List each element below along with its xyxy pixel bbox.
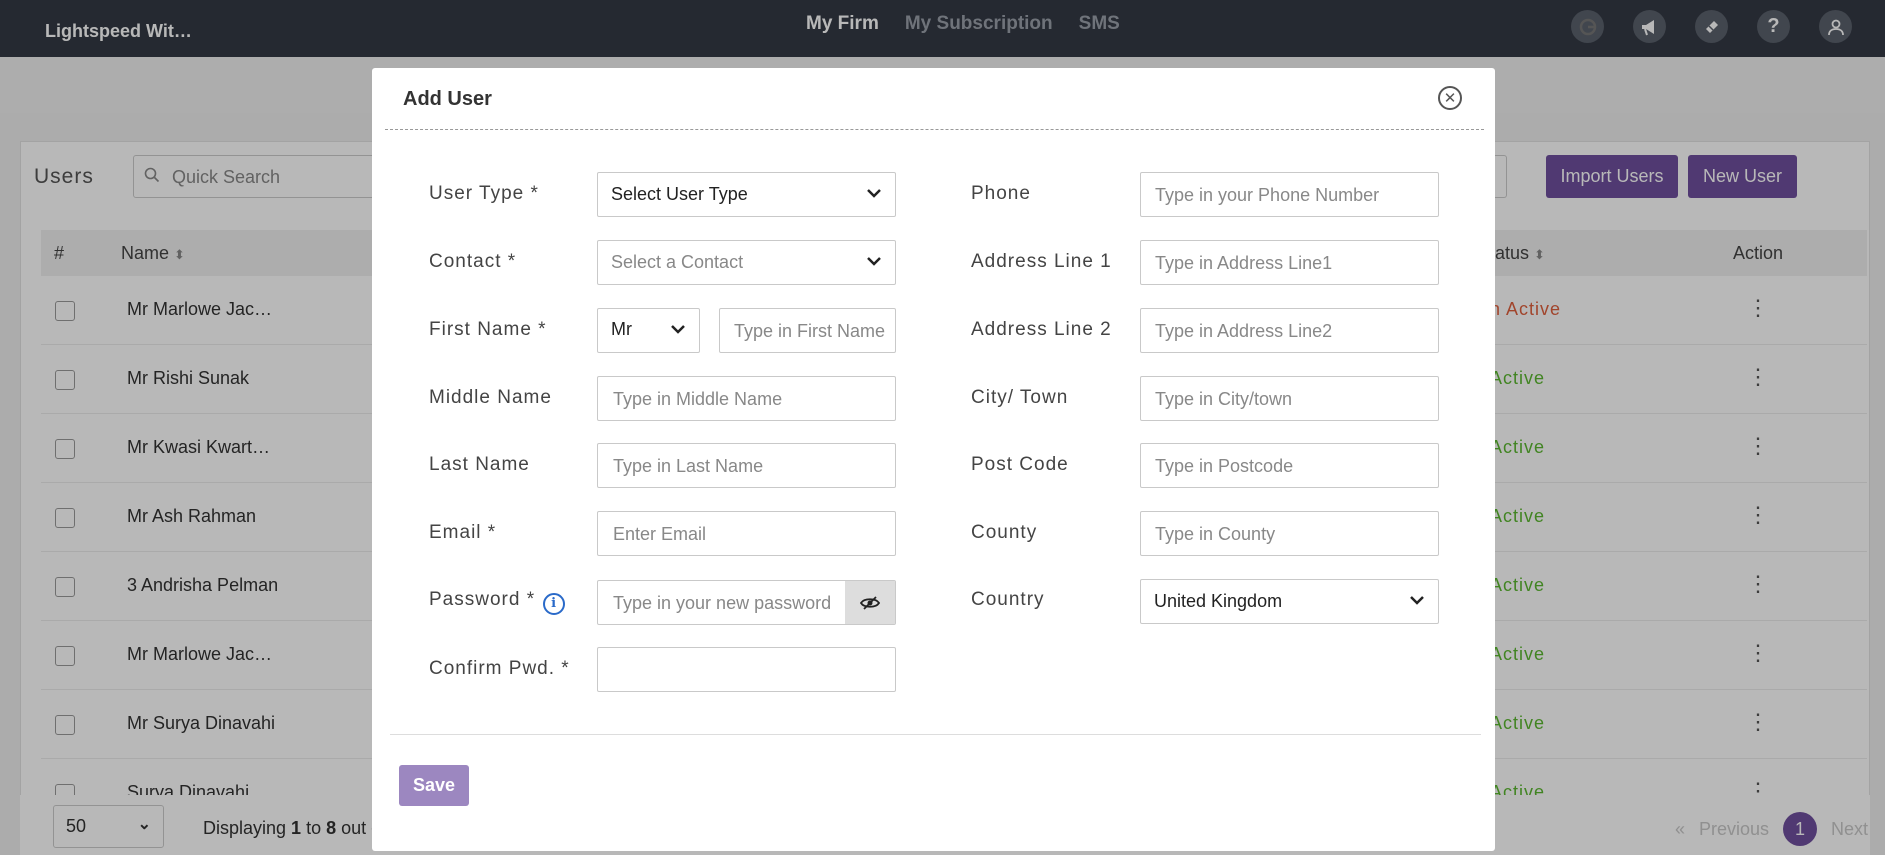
county-label: County: [971, 522, 1038, 543]
county-input[interactable]: Type in County: [1140, 511, 1439, 556]
close-icon[interactable]: ✕: [1438, 86, 1462, 110]
user-type-select[interactable]: Select User Type: [597, 172, 896, 217]
address-line1-input[interactable]: Type in Address Line1: [1140, 240, 1439, 285]
postcode-label: Post Code: [971, 454, 1069, 475]
city-input[interactable]: Type in City/town: [1140, 376, 1439, 421]
email-placeholder: Enter Email: [613, 524, 707, 544]
chevron-down-icon: [1410, 596, 1424, 605]
confirm-password-label: Confirm Pwd. *: [429, 658, 570, 679]
contact-label: Contact *: [429, 251, 517, 272]
save-button[interactable]: Save: [399, 765, 469, 806]
address-line2-input[interactable]: Type in Address Line2: [1140, 308, 1439, 353]
city-label: City/ Town: [971, 387, 1069, 408]
user-type-value: Select User Type: [611, 184, 748, 204]
email-label: Email *: [429, 522, 497, 543]
address-line1-placeholder: Type in Address Line1: [1155, 253, 1333, 273]
last-name-input[interactable]: Type in Last Name: [597, 443, 896, 488]
confirm-password-input[interactable]: [597, 647, 896, 692]
middle-name-placeholder: Type in Middle Name: [613, 389, 783, 409]
chevron-down-icon: [867, 257, 881, 266]
address-line1-label: Address Line 1: [971, 251, 1112, 272]
chevron-down-icon: [671, 325, 685, 334]
chevron-down-icon: [867, 189, 881, 198]
first-name-label: First Name *: [429, 319, 547, 340]
country-label: Country: [971, 589, 1045, 610]
add-user-modal: Add User ✕ User Type * Select User Type …: [372, 68, 1495, 851]
country-select[interactable]: United Kingdom: [1140, 579, 1439, 624]
country-value: United Kingdom: [1154, 591, 1283, 611]
modal-title: Add User: [403, 88, 492, 110]
first-name-input[interactable]: Type in First Name: [719, 308, 896, 353]
county-placeholder: Type in County: [1155, 524, 1276, 544]
header-divider: [385, 129, 1484, 130]
eye-slash-icon: [860, 595, 880, 610]
postcode-placeholder: Type in Postcode: [1155, 456, 1294, 476]
user-type-label: User Type *: [429, 183, 539, 204]
contact-select[interactable]: Select a Contact: [597, 240, 896, 285]
password-label-text: Password *: [429, 589, 536, 610]
footer-divider: [390, 734, 1481, 735]
title-value: Mr: [611, 319, 632, 339]
title-select[interactable]: Mr: [597, 308, 700, 353]
city-placeholder: Type in City/town: [1155, 389, 1293, 409]
first-name-placeholder: Type in First Name: [734, 321, 886, 341]
email-field[interactable]: Enter Email: [597, 511, 896, 556]
password-placeholder: Type in your new password: [613, 593, 832, 613]
last-name-placeholder: Type in Last Name: [613, 456, 764, 476]
middle-name-input[interactable]: Type in Middle Name: [597, 376, 896, 421]
last-name-label: Last Name: [429, 454, 530, 475]
address-line2-label: Address Line 2: [971, 319, 1112, 340]
password-input[interactable]: Type in your new password: [597, 580, 896, 625]
phone-placeholder: Type in your Phone Number: [1155, 185, 1380, 205]
address-line2-placeholder: Type in Address Line2: [1155, 321, 1333, 341]
postcode-input[interactable]: Type in Postcode: [1140, 443, 1439, 488]
info-icon[interactable]: i: [543, 592, 566, 615]
middle-name-label: Middle Name: [429, 387, 552, 408]
phone-label: Phone: [971, 183, 1031, 204]
password-label: Password * i: [429, 589, 566, 615]
contact-placeholder: Select a Contact: [611, 252, 744, 272]
phone-input[interactable]: Type in your Phone Number: [1140, 172, 1439, 217]
toggle-password-visibility[interactable]: [845, 581, 895, 624]
